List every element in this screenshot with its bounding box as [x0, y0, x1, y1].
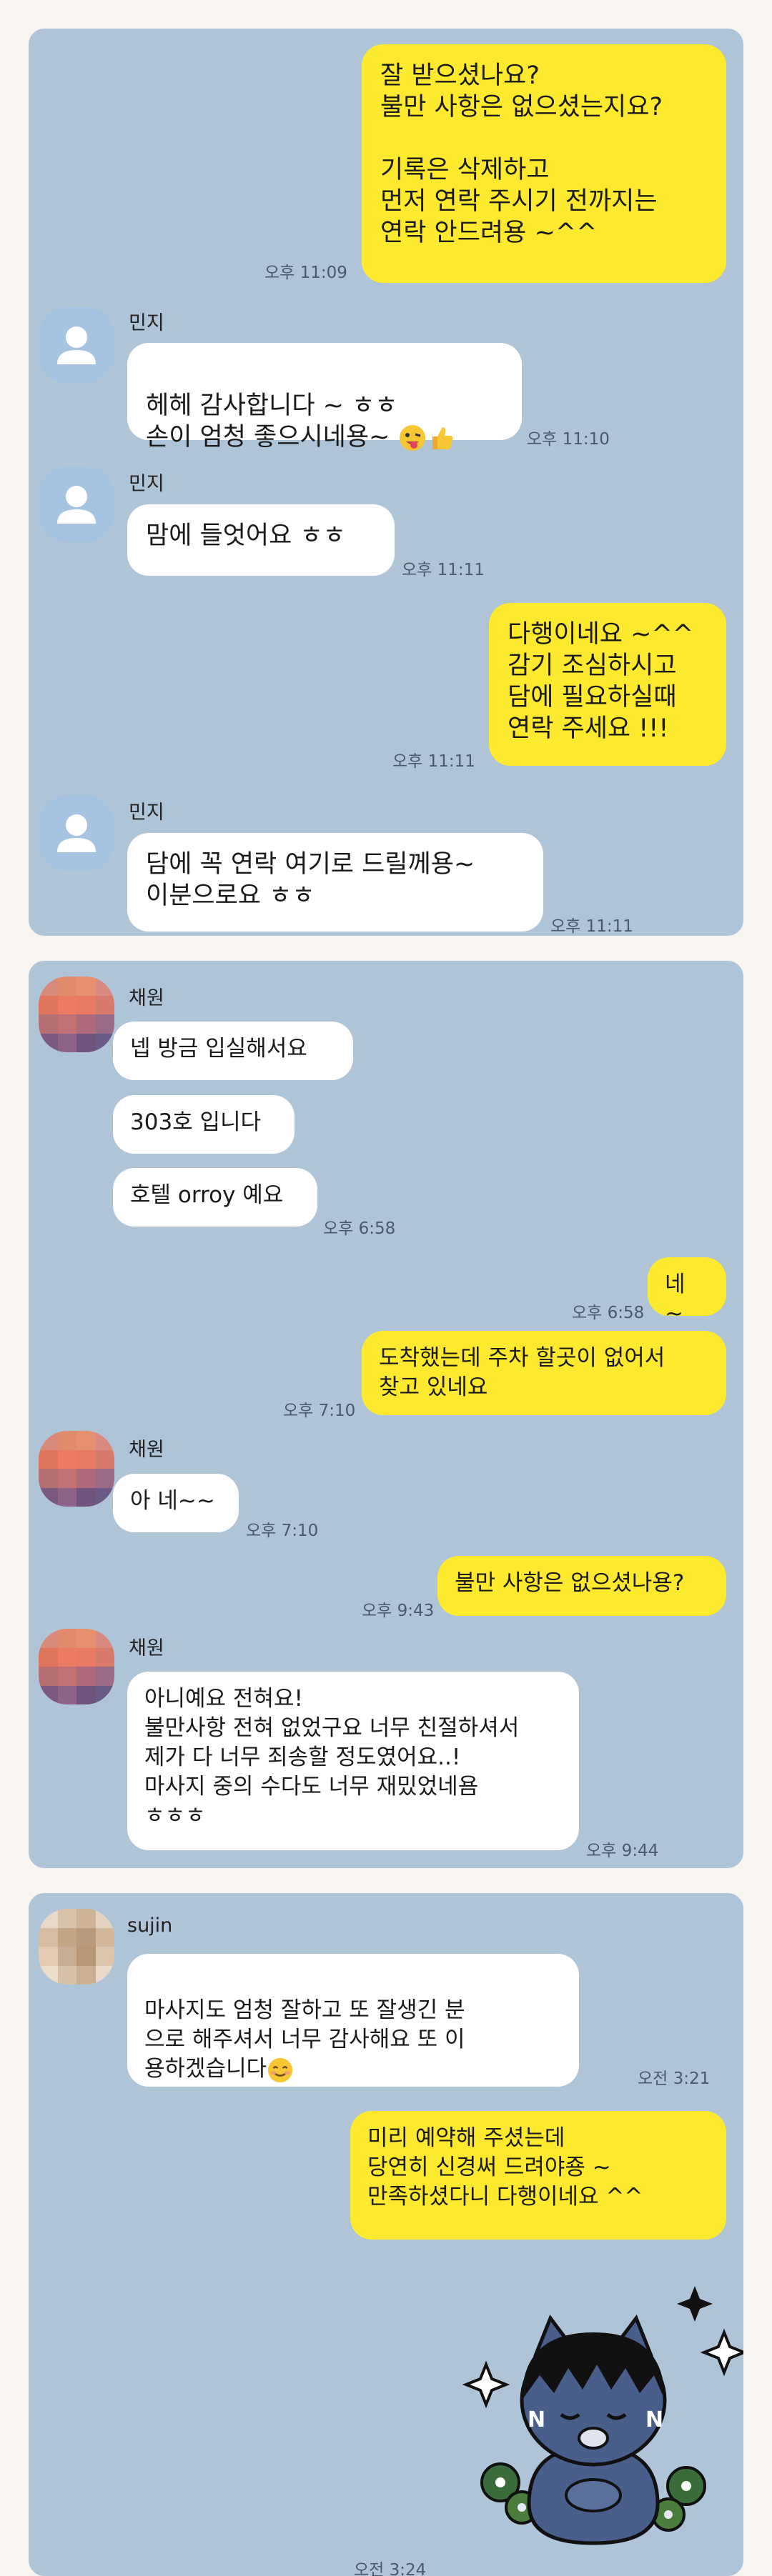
message-text: 마사지도 엄청 잘하고 또 잘생긴 분 으로 해주셔서 너무 감사해요 또 이 …: [144, 1997, 465, 2082]
outgoing-message[interactable]: 다행이네요 ~^^ 감기 조심하시고 담에 필요하실때 연락 주세요 !!!: [489, 603, 726, 766]
incoming-message[interactable]: 맘에 들엇어요 ㅎㅎ: [127, 504, 395, 576]
incoming-message[interactable]: 헤헤 감사합니다 ~ ㅎㅎ 손이 엄청 좋으시네용~: [127, 343, 522, 451]
message-time: 오후 9:43: [362, 1602, 435, 1620]
default-profile-icon: [57, 486, 96, 524]
profile-avatar[interactable]: [39, 466, 114, 542]
outgoing-message[interactable]: 네 ~: [648, 1257, 726, 1327]
sender-name: 채원: [129, 987, 164, 1009]
message-time: 오후 11:11: [402, 561, 485, 579]
sender-name: 민지: [129, 473, 164, 495]
smiling-emoji: [268, 2057, 293, 2082]
sender-name: 채원: [129, 1637, 164, 1659]
chat-panel-3: sujin 마사지도 엄청 잘하고 또 잘생긴 분 으로 해주셔서 너무 감사해…: [29, 1893, 743, 2576]
profile-avatar[interactable]: [39, 977, 114, 1052]
message-time: 오후 6:58: [572, 1304, 645, 1322]
sender-name: 민지: [129, 802, 164, 824]
message-time: 오후 7:10: [246, 1522, 319, 1540]
outgoing-message[interactable]: 도착했는데 주차 할곳이 없어서 찾고 있네요: [362, 1331, 726, 1415]
outgoing-message[interactable]: 불만 사항은 없으셨나용?: [437, 1556, 726, 1616]
message-time: 오후 6:58: [323, 1219, 396, 1238]
chat-panel-1: 잘 받으셨나요? 불만 사항은 없으셨는지요? 기록은 삭제하고 먼저 연락 주…: [29, 29, 743, 936]
kakao-friend-sticker-icon: N N: [462, 2286, 743, 2545]
svg-text:N: N: [528, 2407, 545, 2432]
profile-avatar[interactable]: [39, 795, 114, 871]
message-time: 오전 3:24: [354, 2561, 427, 2576]
outgoing-message[interactable]: 잘 받으셨나요? 불만 사항은 없으셨는지요? 기록은 삭제하고 먼저 연락 주…: [362, 44, 726, 283]
sender-name: 채원: [129, 1439, 164, 1461]
message-time: 오후 11:09: [264, 264, 347, 282]
default-profile-icon: [57, 814, 96, 852]
default-profile-icon: [57, 326, 96, 364]
incoming-message[interactable]: 303호 입니다: [113, 1095, 295, 1154]
thumbs-up-emoji: [432, 427, 452, 449]
incoming-message[interactable]: 마사지도 엄청 잘하고 또 잘생긴 분 으로 해주셔서 너무 감사해요 또 이 …: [127, 1954, 579, 2087]
incoming-message[interactable]: 아 네~~: [113, 1474, 239, 1532]
message-text: 헤헤 감사합니다 ~ ㅎㅎ 손이 엄청 좋으시네용~: [146, 391, 398, 451]
sender-name: sujin: [127, 1914, 173, 1937]
incoming-message[interactable]: 아니예요 전혀요! 불만사항 전혀 없었구요 너무 친절하셔서 제가 다 너무 …: [127, 1672, 579, 1850]
incoming-message[interactable]: 호텔 orroy 예요: [113, 1168, 317, 1227]
sender-name: 민지: [129, 312, 164, 334]
winking-tongue-emoji: [399, 425, 425, 451]
outgoing-message[interactable]: 미리 예약해 주셨는데 당연히 신경써 드려야죵 ~ 만족하셨다니 다행이네요 …: [350, 2111, 726, 2240]
message-time: 오후 11:11: [392, 752, 475, 771]
message-time: 오후 9:44: [586, 1842, 659, 1860]
profile-avatar[interactable]: [39, 307, 114, 383]
kakao-friend-sticker[interactable]: N N: [443, 2268, 743, 2547]
message-time: 오전 3:21: [638, 2070, 711, 2088]
message-time: 오후 11:10: [527, 430, 610, 449]
svg-text:N: N: [645, 2407, 663, 2432]
incoming-message[interactable]: 넵 방금 입실해서요: [113, 1022, 353, 1080]
profile-avatar[interactable]: [39, 1431, 114, 1507]
profile-avatar[interactable]: [39, 1629, 114, 1704]
message-time: 오후 11:11: [550, 917, 633, 936]
chat-panel-2: 채원 넵 방금 입실해서요 303호 입니다 호텔 orroy 예요 오후 6:…: [29, 961, 743, 1868]
profile-avatar[interactable]: [39, 1909, 114, 1985]
message-time: 오후 7:10: [283, 1402, 356, 1420]
incoming-message[interactable]: 담에 꼭 연락 여기로 드릴께용~ 이분으로요 ㅎㅎ: [127, 833, 543, 932]
